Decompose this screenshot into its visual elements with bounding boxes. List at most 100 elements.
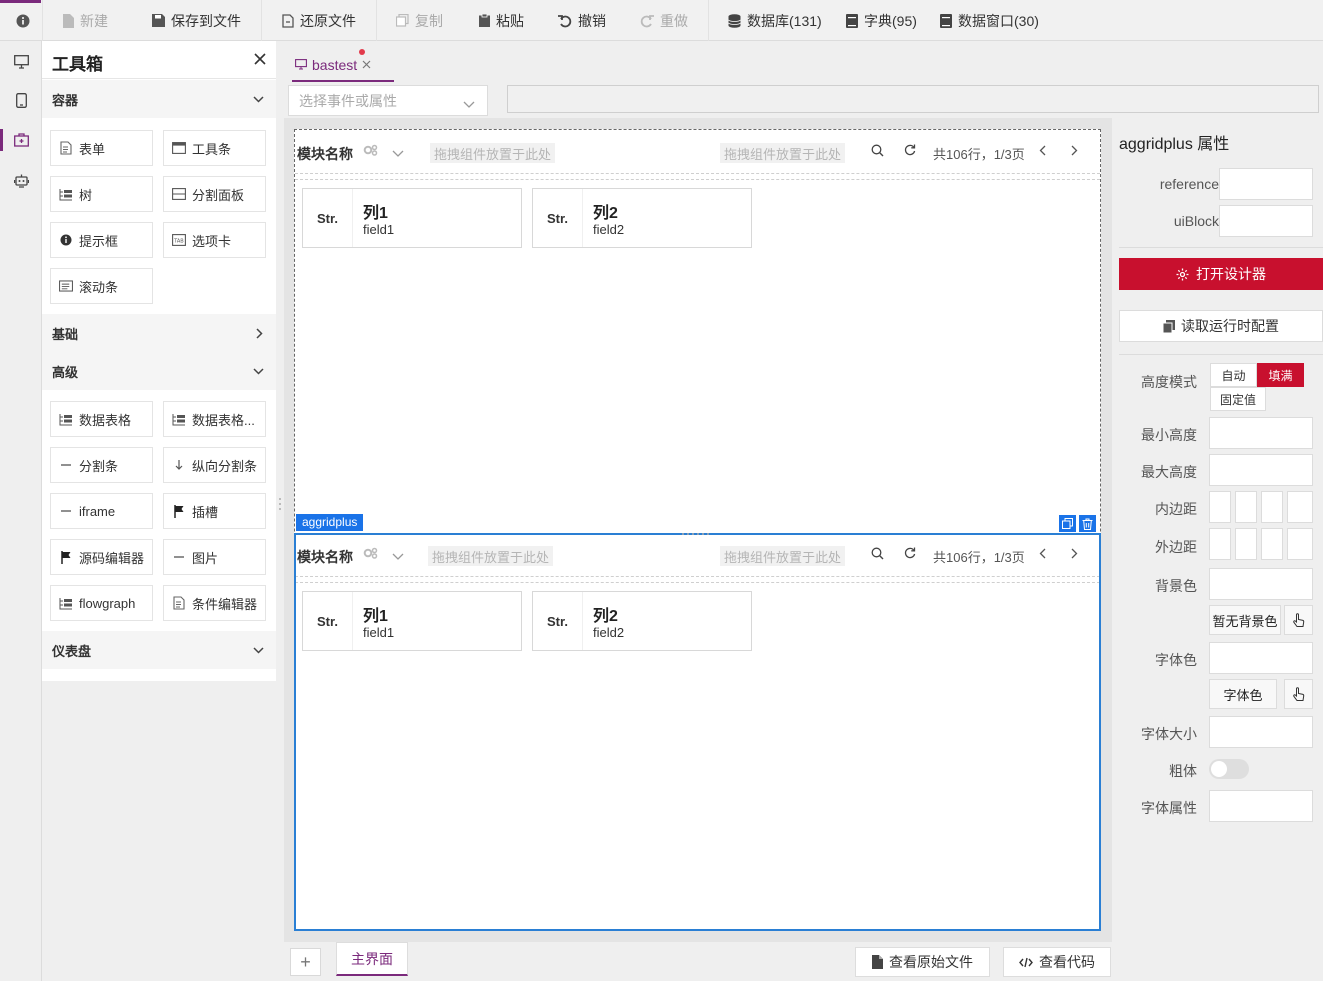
component-vertical-divider[interactable]: 纵向分割条 <box>163 447 266 483</box>
component-label: 树 <box>79 187 93 203</box>
desktop-view-button[interactable] <box>0 43 42 81</box>
padding-right-input[interactable] <box>1235 491 1257 523</box>
height-mode-auto[interactable]: 自动 <box>1210 363 1257 387</box>
chevron-down-icon[interactable] <box>392 145 404 160</box>
chevron-left-icon[interactable] <box>1039 144 1046 159</box>
pager-info: 共106行，1/3页 <box>933 147 1025 162</box>
pick-background-button[interactable] <box>1284 605 1313 635</box>
bold-toggle[interactable] <box>1209 759 1249 779</box>
component-toolbar[interactable]: 工具条 <box>163 130 266 166</box>
file-icon <box>872 955 883 969</box>
database-button[interactable]: 数据库(131) <box>728 0 822 41</box>
gears-icon[interactable] <box>363 143 378 159</box>
mobile-view-button[interactable] <box>0 81 42 119</box>
properties-title: aggridplus 属性 <box>1119 136 1230 153</box>
redo-button[interactable]: 重做 <box>640 0 688 41</box>
component-slot[interactable]: 插槽 <box>163 493 266 529</box>
column-card[interactable]: Str. 列1 field1 <box>302 188 522 248</box>
component-flowgraph[interactable]: flowgraph <box>50 585 153 621</box>
component-tree[interactable]: 树 <box>50 176 153 212</box>
tab-bastest[interactable]: bastest <box>292 49 394 82</box>
padding-top-input[interactable] <box>1209 491 1231 523</box>
component-iframe[interactable]: iframe <box>50 493 153 529</box>
section-container-header[interactable]: 容器 <box>42 80 276 118</box>
component-data-grid-2[interactable]: 数据表格... <box>163 401 266 437</box>
tab-main-page[interactable]: 主界面 <box>336 942 408 976</box>
margin-bottom-input[interactable] <box>1261 528 1283 560</box>
save-to-file-button[interactable]: 保存到文件 <box>152 0 241 41</box>
height-mode-fill[interactable]: 填满 <box>1257 363 1304 387</box>
undo-button[interactable]: 撤销 <box>558 0 606 41</box>
restore-file-button[interactable]: 还原文件 <box>282 0 356 41</box>
drop-zone-left[interactable]: 拖拽组件放置于此处 <box>430 143 556 163</box>
component-split-panel[interactable]: 分割面板 <box>163 176 266 212</box>
section-dashboard-header[interactable]: 仪表盘 <box>42 631 276 669</box>
open-designer-button[interactable]: 打开设计器 <box>1119 258 1323 290</box>
drop-zone-right[interactable]: 拖拽组件放置于此处 <box>720 143 846 163</box>
component-scrollbar[interactable]: 滚动条 <box>50 268 153 304</box>
component-tooltip[interactable]: 提示框 <box>50 222 153 258</box>
font-property-input[interactable] <box>1209 790 1313 822</box>
height-mode-fixed[interactable]: 固定值 <box>1210 387 1266 411</box>
component-divider[interactable]: 分割条 <box>50 447 153 483</box>
panel-splitter[interactable] <box>276 41 284 981</box>
data-window-button[interactable]: 数据窗口(30) <box>940 0 1039 41</box>
paste-button[interactable]: 粘贴 <box>479 0 524 41</box>
component-image[interactable]: 图片 <box>163 539 266 575</box>
event-property-select[interactable]: 选择事件或属性 <box>288 85 488 116</box>
new-button[interactable]: 新建 <box>63 0 108 41</box>
event-value-input[interactable] <box>507 85 1319 113</box>
max-height-input[interactable] <box>1209 454 1313 486</box>
selected-component-tag: aggridplus <box>296 514 364 531</box>
dictionary-button[interactable]: 字典(95) <box>846 0 917 41</box>
background-color-input[interactable] <box>1209 568 1313 600</box>
grid-block-header: 模块名称 拖拽组件放置于此处 拖拽组件放置于此处 共106行，1/3页 <box>295 130 1100 174</box>
resize-handle[interactable] <box>680 525 714 535</box>
copy-button[interactable]: 复制 <box>396 0 443 41</box>
pick-font-color-button[interactable] <box>1284 679 1313 709</box>
tree-icon <box>59 187 73 201</box>
font-size-input[interactable] <box>1209 716 1313 748</box>
add-page-button[interactable]: + <box>290 948 321 976</box>
toolbox-tab-button[interactable] <box>0 121 42 159</box>
padding-left-input[interactable] <box>1287 491 1313 523</box>
margin-left-input[interactable] <box>1287 528 1313 560</box>
component-form[interactable]: 表单 <box>50 130 153 166</box>
margin-top-input[interactable] <box>1209 528 1231 560</box>
robot-icon <box>13 173 29 188</box>
section-advanced-header[interactable]: 高级 <box>42 352 276 390</box>
robot-tab-button[interactable] <box>0 161 42 199</box>
form-icon <box>172 596 186 610</box>
component-label: 滚动条 <box>79 279 119 295</box>
chevron-right-icon[interactable] <box>1071 144 1078 159</box>
padding-bottom-input[interactable] <box>1261 491 1283 523</box>
component-tabs[interactable]: TAB 选项卡 <box>163 222 266 258</box>
selected-component-outline <box>294 533 1101 931</box>
component-data-grid[interactable]: 数据表格 <box>50 401 153 437</box>
view-source-button[interactable]: 查看原始文件 <box>855 947 990 977</box>
search-icon[interactable] <box>871 144 884 160</box>
close-icon[interactable] <box>362 60 371 69</box>
view-code-button[interactable]: 查看代码 <box>1003 947 1111 977</box>
component-code-editor[interactable]: 源码编辑器 <box>50 539 153 575</box>
section-basic-header[interactable]: 基础 <box>42 314 276 352</box>
min-height-input[interactable] <box>1209 417 1313 449</box>
read-runtime-config-button[interactable]: 读取运行时配置 <box>1119 310 1323 342</box>
column-card[interactable]: Str. 列2 field2 <box>532 188 752 248</box>
font-color-button[interactable]: 字体色 <box>1209 679 1277 709</box>
reference-input[interactable] <box>1219 168 1313 200</box>
info-button[interactable] <box>16 0 30 41</box>
font-color-input[interactable] <box>1209 642 1313 674</box>
delete-component-button[interactable] <box>1079 515 1096 532</box>
section-basic-label: 基础 <box>52 326 79 342</box>
component-condition-editor[interactable]: 条件编辑器 <box>163 585 266 621</box>
duplicate-component-button[interactable] <box>1059 515 1076 532</box>
refresh-icon[interactable] <box>904 144 916 159</box>
left-icon-rail <box>0 41 42 981</box>
toolbox-header: 工具箱 <box>42 41 276 79</box>
margin-right-input[interactable] <box>1235 528 1257 560</box>
no-background-button[interactable]: 暂无背景色 <box>1209 605 1281 635</box>
uiblock-input[interactable] <box>1219 205 1313 237</box>
redo-label: 重做 <box>660 12 688 29</box>
close-toolbox-button[interactable] <box>254 49 266 70</box>
